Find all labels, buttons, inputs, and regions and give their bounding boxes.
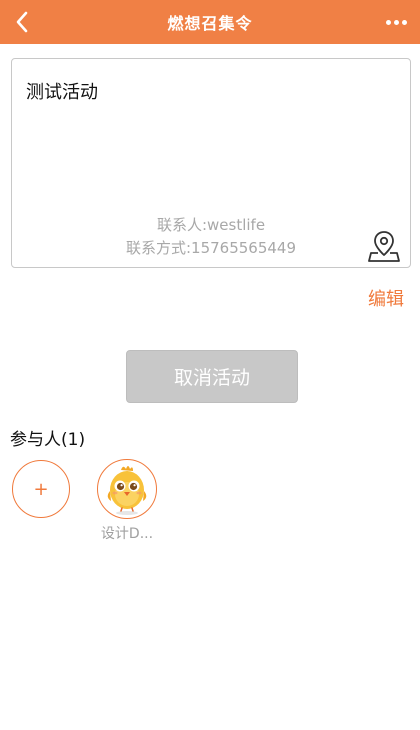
chick-avatar-icon [107, 466, 147, 515]
edit-button[interactable]: 编辑 [368, 285, 404, 311]
add-participant-button[interactable]: + [12, 460, 70, 518]
contact-person: 联系人:westlife [156, 216, 266, 234]
chevron-left-icon [16, 11, 28, 33]
avatar [97, 459, 157, 519]
participants-title: 参与人(1) [10, 430, 86, 450]
map-pin-icon[interactable] [368, 229, 400, 263]
contact-phone: 联系方式:15765565449 [125, 239, 297, 257]
more-dots-icon [385, 19, 391, 25]
activity-detail-page: 燃想召集令 测试活动 联系人:westlife 联系方式:15765565449… [0, 0, 420, 730]
cancel-activity-button[interactable]: 取消活动 [126, 350, 298, 403]
top-bar: 燃想召集令 [0, 0, 420, 44]
activity-card: 测试活动 联系人:westlife 联系方式:15765565449 [11, 58, 411, 268]
participant-item[interactable]: 设计D... [95, 459, 159, 543]
page-title: 燃想召集令 [167, 14, 253, 33]
activity-name: 测试活动 [26, 82, 98, 103]
more-button[interactable] [378, 7, 414, 37]
participant-name: 设计D... [100, 526, 154, 542]
back-button[interactable] [6, 7, 38, 37]
